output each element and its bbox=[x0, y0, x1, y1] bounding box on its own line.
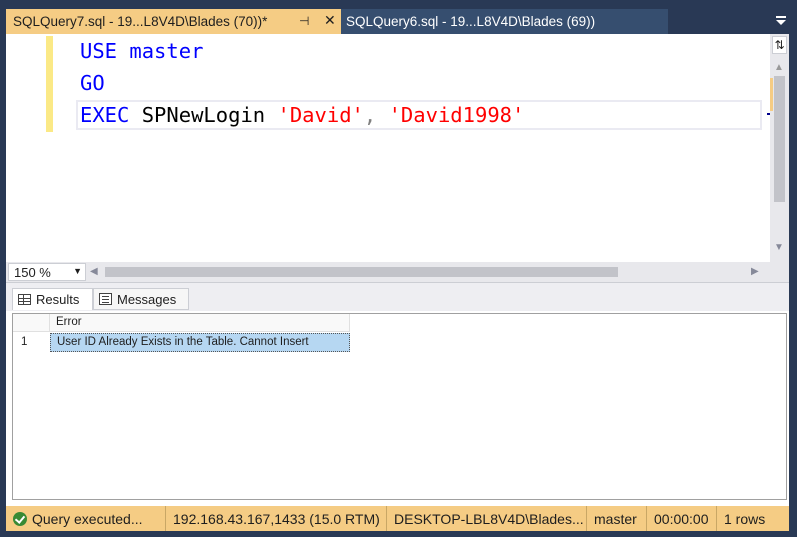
change-marker bbox=[46, 36, 53, 68]
comma: , bbox=[363, 103, 389, 127]
close-icon[interactable]: ✕ bbox=[324, 12, 336, 29]
change-marker bbox=[46, 100, 53, 132]
tab-sqlquery6[interactable]: SQLQuery6.sql - 19...L8V4D\Blades (69)) bbox=[341, 9, 668, 34]
results-tab-strip: Results Messages bbox=[6, 283, 789, 311]
status-elapsed: 00:00:00 bbox=[647, 506, 717, 531]
tab-sqlquery6-label: SQLQuery6.sql - 19...L8V4D\Blades (69)) bbox=[346, 14, 596, 29]
code-line-2: GO bbox=[80, 67, 105, 99]
tab-messages[interactable]: Messages bbox=[93, 288, 189, 310]
status-query: Query executed... bbox=[6, 506, 166, 531]
pin-icon[interactable]: ⊣ bbox=[299, 14, 309, 28]
status-rows: 1 rows bbox=[717, 506, 789, 531]
procedure-name: SPNewLogin bbox=[129, 103, 278, 127]
status-database-text: master bbox=[594, 510, 637, 527]
split-icon[interactable]: ⇅ bbox=[772, 36, 787, 54]
dropdown-icon[interactable] bbox=[774, 14, 788, 28]
row-number[interactable]: 1 bbox=[13, 332, 50, 352]
tab-sqlquery7-label: SQLQuery7.sql - 19...L8V4D\Blades (70))* bbox=[13, 14, 268, 29]
status-bar: Query executed... 192.168.43.167,1433 (1… bbox=[6, 506, 789, 531]
editor-horizontal-bar: 150 % ▼ ◀ ▶ bbox=[6, 262, 789, 282]
tab-sqlquery7[interactable]: SQLQuery7.sql - 19...L8V4D\Blades (70))*… bbox=[6, 9, 341, 34]
results-grid[interactable]: Error 1 User ID Already Exists in the Ta… bbox=[12, 313, 787, 500]
scroll-right-icon[interactable]: ▶ bbox=[751, 266, 759, 277]
grid-icon bbox=[18, 294, 31, 305]
string-literal: 'David1998' bbox=[388, 103, 525, 127]
keyword-exec: EXEC bbox=[80, 103, 130, 127]
scrollbar-thumb[interactable] bbox=[774, 76, 785, 202]
tab-messages-label: Messages bbox=[117, 291, 177, 307]
scroll-left-icon[interactable]: ◀ bbox=[90, 266, 98, 277]
success-icon bbox=[13, 511, 27, 526]
chevron-down-icon: ▼ bbox=[73, 266, 82, 276]
messages-icon bbox=[99, 293, 112, 305]
status-server-text: 192.168.43.167,1433 (15.0 RTM) bbox=[173, 510, 380, 527]
change-marker bbox=[46, 68, 53, 100]
table-cell[interactable]: User ID Already Exists in the Table. Can… bbox=[50, 333, 350, 352]
string-literal: 'David' bbox=[277, 103, 364, 127]
document-tab-strip: SQLQuery7.sql - 19...L8V4D\Blades (70))*… bbox=[0, 0, 797, 34]
tab-results[interactable]: Results bbox=[12, 288, 93, 310]
results-pane: Results Messages Error 1 User ID Already… bbox=[6, 282, 789, 506]
scroll-down-icon[interactable]: ▼ bbox=[774, 242, 784, 253]
editor-vertical-scrollbar[interactable]: ⇅ ▲ ▼ bbox=[770, 34, 789, 262]
keyword-go: GO bbox=[80, 71, 105, 95]
status-server: 192.168.43.167,1433 (15.0 RTM) bbox=[166, 506, 387, 531]
status-login-text: DESKTOP-LBL8V4D\Blades... bbox=[394, 510, 584, 527]
keyword-use: USE bbox=[80, 39, 118, 63]
scrollbar-change-marker bbox=[770, 78, 773, 111]
grid-corner[interactable] bbox=[13, 314, 50, 332]
database-name: master bbox=[117, 39, 204, 63]
editor-gutter bbox=[6, 34, 40, 262]
column-header-error[interactable]: Error bbox=[50, 314, 350, 332]
status-query-text: Query executed... bbox=[32, 510, 143, 527]
code-line-3: EXEC SPNewLogin 'David', 'David1998' bbox=[80, 99, 524, 131]
status-rows-text: 1 rows bbox=[724, 510, 766, 527]
code-line-1: USE master bbox=[80, 35, 203, 67]
tab-results-label: Results bbox=[36, 292, 80, 307]
scroll-up-icon[interactable]: ▲ bbox=[774, 62, 784, 73]
status-login: DESKTOP-LBL8V4D\Blades... bbox=[387, 506, 587, 531]
zoom-value: 150 % bbox=[14, 264, 51, 280]
horizontal-scrollbar-thumb[interactable] bbox=[105, 267, 618, 277]
status-elapsed-text: 00:00:00 bbox=[654, 510, 709, 527]
status-database: master bbox=[587, 506, 647, 531]
query-editor[interactable]: USE master GO EXEC SPNewLogin 'David', '… bbox=[6, 34, 789, 262]
zoom-select[interactable]: 150 % ▼ bbox=[8, 263, 86, 281]
